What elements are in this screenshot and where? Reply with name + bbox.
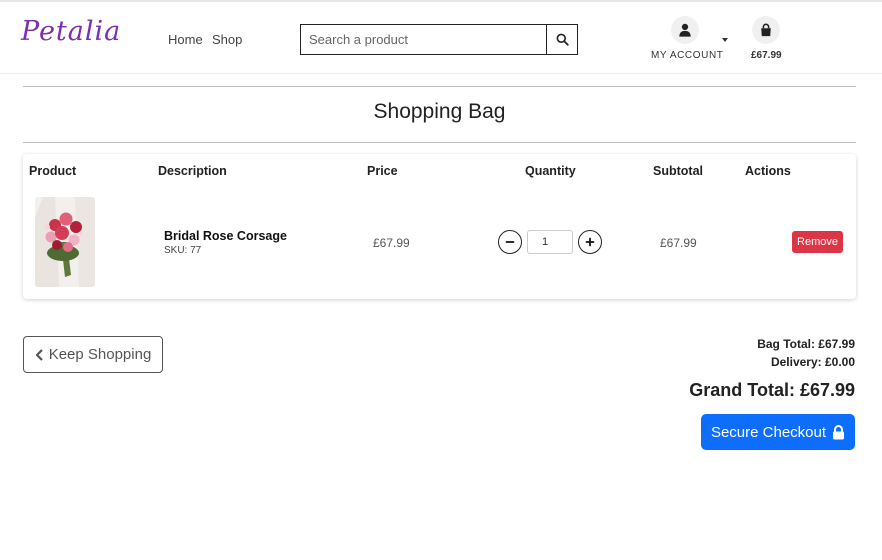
brand-logo[interactable]: Petalia [21, 16, 121, 47]
divider-top [23, 86, 856, 87]
shopping-bag-icon [761, 23, 771, 37]
chevron-left-icon [35, 348, 43, 361]
nav-shop-link[interactable]: Shop [212, 32, 242, 47]
page-title: Shopping Bag [373, 100, 506, 123]
plus-icon [585, 237, 595, 247]
remove-item-button[interactable]: Remove [792, 231, 843, 253]
minus-icon [505, 241, 515, 243]
item-name[interactable]: Bridal Rose Corsage [164, 229, 287, 243]
grand-total: Grand Total: £67.99 [689, 380, 855, 400]
lock-icon [833, 424, 845, 439]
bag-total-label: £67.99 [751, 50, 782, 61]
delivery-summary: Delivery: £0.00 [770, 355, 855, 369]
divider-bottom [23, 142, 856, 143]
column-header-product: Product [29, 164, 77, 178]
item-price: £67.99 [373, 236, 410, 250]
quantity-input[interactable] [527, 230, 573, 254]
product-image[interactable] [35, 197, 95, 287]
search-form [300, 24, 578, 55]
keep-shopping-label: Keep Shopping [48, 346, 152, 363]
secure-checkout-button[interactable]: Secure Checkout [701, 414, 855, 450]
bag-table: Product Description Price Quantity Subto… [23, 154, 856, 299]
user-icon [679, 23, 691, 37]
secure-checkout-label: Secure Checkout [710, 423, 827, 441]
item-sku: SKU: 77 [164, 245, 202, 256]
nav-home-link[interactable]: Home [168, 32, 203, 47]
my-account-menu[interactable]: MY ACCOUNT [644, 16, 728, 66]
shopping-bag-link[interactable]: £67.99 [748, 16, 788, 66]
chevron-down-icon [722, 38, 728, 42]
column-header-actions: Actions [745, 164, 791, 178]
column-header-price: Price [367, 164, 398, 178]
keep-shopping-button[interactable]: Keep Shopping [23, 336, 163, 373]
search-input[interactable] [301, 25, 546, 54]
decrement-quantity-button[interactable] [498, 230, 522, 254]
account-label: MY ACCOUNT [651, 50, 724, 61]
search-button[interactable] [546, 25, 577, 54]
increment-quantity-button[interactable] [578, 230, 602, 254]
bouquet-illustration [35, 197, 95, 287]
site-header: Petalia Home Shop MY ACCOUNT £67. [0, 2, 882, 74]
bag-total-summary: Bag Total: £67.99 [757, 337, 855, 351]
bag-icon-wrap [752, 16, 780, 44]
search-icon [556, 33, 569, 46]
column-header-description: Description [158, 164, 227, 178]
account-icon-wrap [671, 16, 699, 44]
item-subtotal: £67.99 [660, 236, 697, 250]
column-header-subtotal: Subtotal [653, 164, 703, 178]
column-header-quantity: Quantity [525, 164, 576, 178]
